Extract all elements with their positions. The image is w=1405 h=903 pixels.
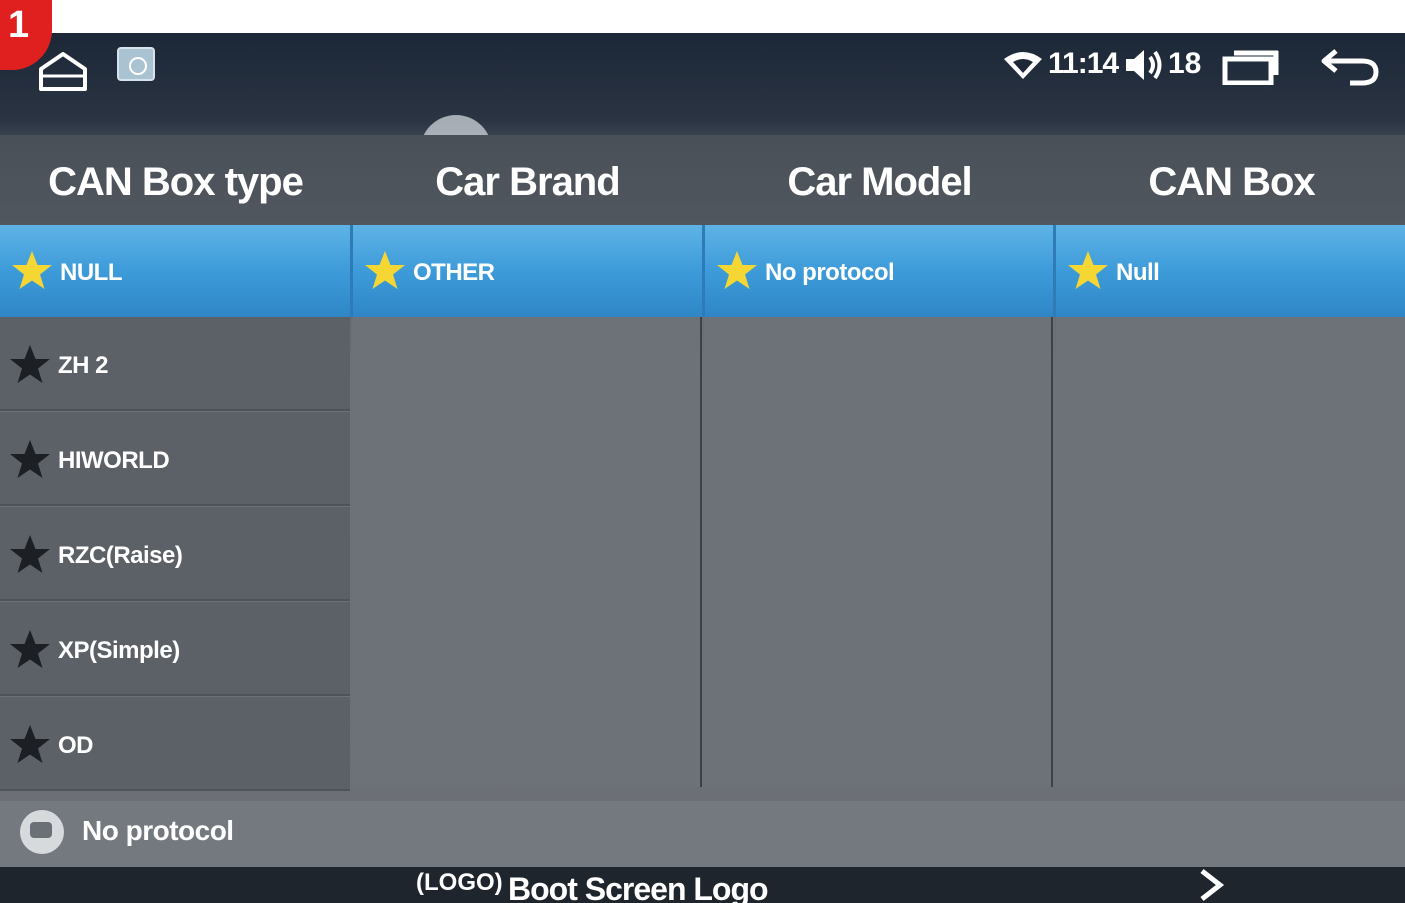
list-item[interactable]: RZC(Raise): [0, 507, 350, 601]
column-header-row: CAN Box type Car Brand Car Model CAN Box: [0, 135, 1405, 225]
star-icon: [365, 251, 405, 289]
car-brand-list: [352, 317, 703, 787]
header-can-box-type: CAN Box type: [48, 160, 304, 204]
star-icon: [10, 440, 50, 478]
list-item-label: XP(Simple): [58, 637, 180, 664]
back-icon[interactable]: [1320, 47, 1380, 87]
column-divider: [1051, 317, 1053, 787]
car-model-list: [704, 317, 1055, 787]
column-divider: [700, 317, 702, 787]
can-box-type-list: ZH 2 HIWORLD RZC(Raise) XP(Simple) OD: [0, 317, 350, 792]
list-item[interactable]: ZH 2: [0, 317, 350, 411]
list-item-label: HIWORLD: [58, 447, 170, 474]
wifi-icon: [1004, 52, 1042, 79]
volume-level: 18: [1168, 47, 1202, 80]
recent-apps-icon[interactable]: [1222, 49, 1280, 85]
star-icon: [10, 535, 50, 573]
volume-icon[interactable]: [1124, 47, 1164, 83]
boot-screen-logo-row[interactable]: (LOGO) Boot Screen Logo: [0, 867, 1405, 903]
clock-time: 11:14: [1048, 47, 1119, 80]
star-icon: [717, 251, 757, 289]
selected-can-box-type-label: NULL: [60, 259, 122, 286]
protocol-status: No protocol: [82, 815, 234, 846]
header-car-brand: Car Brand: [435, 160, 620, 204]
star-icon: [10, 725, 50, 763]
boot-screen-logo-label: Boot Screen Logo: [508, 871, 769, 903]
app-icon[interactable]: [117, 47, 155, 81]
list-item[interactable]: HIWORLD: [0, 412, 350, 506]
list-item[interactable]: OD: [0, 697, 350, 791]
logo-icon: (LOGO): [416, 869, 503, 896]
chevron-right-icon: [1200, 869, 1225, 901]
star-icon: [10, 630, 50, 668]
star-icon: [1068, 251, 1108, 289]
selected-can-box-type[interactable]: NULL: [0, 225, 351, 317]
header-car-model: Car Model: [787, 160, 972, 204]
selected-can-box[interactable]: Null: [1056, 225, 1405, 317]
protocol-icon: [20, 810, 64, 854]
selected-can-box-label: Null: [1116, 259, 1160, 286]
selected-car-model-label: No protocol: [765, 259, 895, 286]
selected-car-brand[interactable]: OTHER: [353, 225, 704, 317]
selected-row: NULL OTHER No protocol Null: [0, 225, 1405, 317]
selected-car-model[interactable]: No protocol: [705, 225, 1056, 317]
home-icon[interactable]: [38, 49, 88, 93]
list-item-label: OD: [58, 732, 94, 759]
list-item[interactable]: XP(Simple): [0, 602, 350, 696]
star-icon: [10, 345, 50, 383]
selected-car-brand-label: OTHER: [413, 259, 495, 286]
status-bar: 11:14 18: [0, 33, 1405, 133]
list-item-label: ZH 2: [58, 352, 109, 379]
can-box-list: [1056, 317, 1405, 787]
head-unit-screen: 11:14 18 CAN Box type Car Brand Car Mode…: [0, 33, 1405, 903]
header-can-box: CAN Box: [1148, 160, 1315, 204]
protocol-status-bar[interactable]: No protocol: [0, 801, 1405, 867]
star-icon: [12, 251, 52, 289]
list-item-label: RZC(Raise): [58, 542, 183, 569]
